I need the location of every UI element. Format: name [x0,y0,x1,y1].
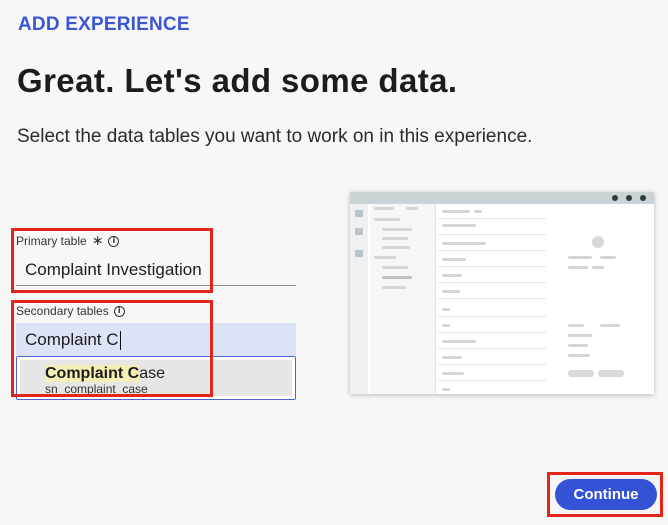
home-icon [355,210,363,217]
suggestion-option-title: Complaint Case [45,365,165,383]
user-icon [640,195,646,201]
secondary-tables-input[interactable]: Complaint C [16,323,296,356]
primary-table-label-row: Primary table ∗ i [16,234,296,248]
eyebrow-title: ADD EXPERIENCE [18,14,190,35]
secondary-tables-input-text: Complaint C [25,330,119,349]
info-icon[interactable]: i [113,305,125,317]
preview-detail-pane [550,216,650,392]
suggestion-match-highlight: Complaint C [45,365,140,382]
suggestion-option-table-name: sn_complaint_case [45,382,148,396]
page-title: Great. Let's add some data. [17,62,458,99]
suggestion-option-complaint-case[interactable]: Complaint Case sn_complaint_case [20,360,292,396]
primary-table-input[interactable]: Complaint Investigation [16,258,296,286]
preview-list-pane [438,204,548,394]
preview-avatar [592,236,604,248]
preview-left-rail [350,204,368,394]
page-subtitle: Select the data tables you want to work … [17,126,533,147]
experience-preview-image [350,192,654,394]
info-icon[interactable]: i [108,235,120,247]
secondary-tables-label: Secondary tables [16,304,109,318]
primary-table-label: Primary table [16,234,87,248]
secondary-tables-label-row: Secondary tables i [16,304,296,318]
primary-table-field: Primary table ∗ i Complaint Investigatio… [16,234,296,286]
asterisk-icon: ∗ [91,233,104,249]
chat-icon [355,250,363,257]
secondary-tables-field: Secondary tables i Complaint C [16,304,296,356]
suggestion-option-rest: ase [139,365,166,382]
continue-button[interactable]: Continue [555,479,657,510]
text-caret [119,331,121,351]
list-icon [355,228,363,235]
search-icon [612,195,618,201]
preview-nav-pane [370,204,436,394]
bell-icon [626,195,632,201]
suggestion-dropdown: Complaint Case sn_complaint_case [16,356,296,400]
preview-topbar [350,192,654,204]
